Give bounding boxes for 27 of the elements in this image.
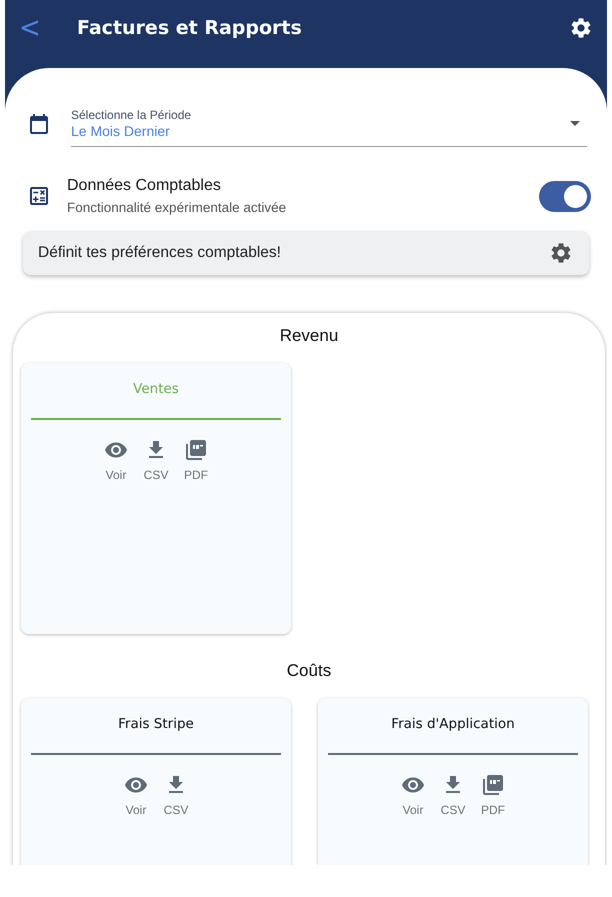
view-button[interactable]: Voir xyxy=(124,773,148,817)
calendar-icon xyxy=(27,112,51,136)
settings-icon[interactable] xyxy=(569,16,593,40)
section-title: Coûts xyxy=(286,661,332,681)
settings-icon xyxy=(549,241,573,265)
setting-subtitle: Fonctionnalité expérimentale activée xyxy=(67,200,288,215)
view-button[interactable]: Voir xyxy=(104,438,128,482)
period-dropdown[interactable]: Sélectionne la Période Le Mois Dernier xyxy=(71,100,587,147)
csv-button[interactable]: CSV xyxy=(144,438,168,482)
pdf-button[interactable]: PDF xyxy=(481,773,505,817)
section-title: Revenu xyxy=(278,326,340,346)
dropdown-arrow-icon xyxy=(570,121,580,126)
report-title: Ventes xyxy=(132,380,180,399)
document-icon xyxy=(184,438,208,462)
report-title: Frais d'Application xyxy=(390,715,516,734)
preferences-button[interactable]: Définit tes préférences comptables! xyxy=(23,231,589,275)
back-button[interactable]: < xyxy=(19,12,63,44)
csv-button[interactable]: CSV xyxy=(164,773,188,817)
pdf-button[interactable]: PDF xyxy=(184,438,208,482)
page-title: Factures et Rapports xyxy=(77,17,303,39)
csv-button[interactable]: CSV xyxy=(441,773,465,817)
report-title: Frais Stripe xyxy=(117,715,195,734)
view-button[interactable]: Voir xyxy=(401,773,425,817)
calculator-icon xyxy=(27,184,51,208)
document-icon xyxy=(481,773,505,797)
toggle-switch[interactable] xyxy=(539,180,591,212)
setting-title: Données Comptables xyxy=(67,177,222,195)
